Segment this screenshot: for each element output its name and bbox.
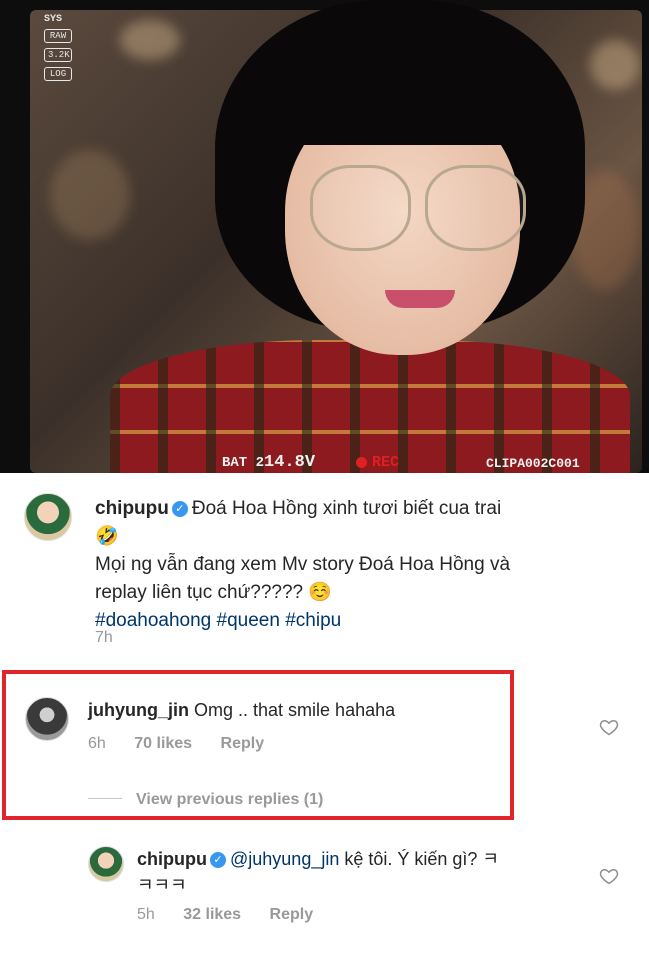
post-photo[interactable]: SYS RAW 3.2K LOG BAT 214.8V REC CLIPA002… — [0, 0, 649, 473]
lips — [385, 290, 455, 308]
commenter-avatar[interactable] — [25, 697, 69, 741]
caption-emoji: 🤣 — [95, 526, 119, 547]
reply-author-username[interactable]: chipupu — [137, 849, 207, 869]
hashtag-doahoahong[interactable]: #doahoahong — [95, 610, 211, 631]
bangs — [270, 40, 530, 145]
glasses-right-lens — [425, 165, 526, 251]
reply-reply-button[interactable]: Reply — [270, 906, 314, 923]
caption-line-3: replay liên tục chứ????? ☺️ — [95, 582, 333, 603]
post-timestamp: 7h — [95, 629, 113, 646]
caption-line-1: Đoá Hoa Hồng xinh tươi biết cua trai — [191, 498, 502, 519]
view-previous-replies[interactable]: View previous replies (1) — [88, 791, 323, 809]
reply-mention[interactable]: @juhyung_jin — [230, 849, 339, 869]
glasses-left-lens — [310, 165, 411, 251]
hashtag-queen[interactable]: #queen — [217, 610, 280, 631]
sys-box-resolution: 3.2K — [44, 48, 72, 62]
battery-readout: BAT 214.8V — [222, 453, 315, 472]
rec-label: REC — [372, 454, 400, 471]
reply-body: chipupu ✓ @juhyung_jin kệ tôi. Ý kiến gì? … — [137, 846, 607, 898]
comment-body: juhyung_jin Omg .. that smile hahaha — [88, 697, 395, 723]
verified-badge-icon: ✓ — [171, 501, 188, 517]
commenter-username[interactable]: juhyung_jin — [88, 700, 189, 720]
view-previous-label: View previous replies (1) — [136, 791, 324, 808]
reply-text-line2: ㅋㅋㅋ — [137, 875, 187, 895]
camera-sys-panel: SYS RAW 3.2K LOG — [44, 14, 72, 86]
battery-number: 2 — [255, 455, 265, 471]
comment-text: Omg .. that smile hahaha — [194, 700, 396, 720]
comment-reply-button[interactable]: Reply — [221, 735, 265, 752]
post-caption: chipupu ✓ Đoá Hoa Hồng xinh tươi biết cua … — [95, 495, 615, 635]
comment-likes[interactable]: 70 likes — [134, 735, 192, 752]
camera-status-bar: BAT 214.8V REC CLIPA002C001 — [0, 447, 649, 473]
battery-voltage: 14.8V — [264, 453, 316, 472]
caption-line-2: Mọi ng vẫn đang xem Mv story Đoá Hoa Hồn… — [95, 554, 511, 575]
reply-text: kệ tôi. Ý kiến gì? ㅋ — [339, 849, 499, 869]
comment-time: 6h — [88, 735, 106, 752]
post-author-username[interactable]: chipupu — [95, 498, 169, 519]
battery-prefix: BAT — [222, 455, 248, 471]
comment-like-heart-icon[interactable] — [599, 717, 619, 737]
reply-meta: 5h 32 likes Reply — [137, 906, 313, 924]
reply-author-avatar[interactable] — [88, 846, 124, 882]
sys-box-raw: RAW — [44, 29, 72, 43]
hashtag-chipu[interactable]: #chipu — [285, 610, 341, 631]
reply-like-heart-icon[interactable] — [599, 866, 619, 886]
sys-label: SYS — [44, 14, 63, 25]
comment-meta: 6h 70 likes Reply — [88, 735, 264, 753]
reply-verified-badge-icon: ✓ — [210, 852, 226, 868]
reply-time: 5h — [137, 906, 155, 923]
view-previous-line — [88, 798, 122, 799]
post-author-avatar[interactable] — [24, 493, 72, 541]
rec-dot-icon — [356, 457, 367, 468]
clip-label: CLIPA002C001 — [486, 456, 580, 471]
reply-likes[interactable]: 32 likes — [183, 906, 241, 923]
sys-box-log: LOG — [44, 67, 72, 81]
